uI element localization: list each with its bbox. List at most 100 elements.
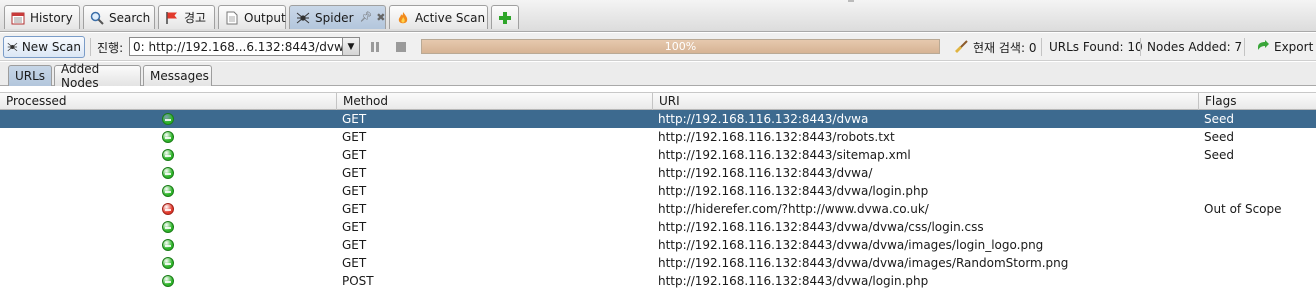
table-body: GET http://192.168.116.132:8443/dvwa Seed G… [0,110,1316,290]
processed-ok-icon [162,221,174,233]
processed-error-icon [162,203,174,215]
progress-label: 진행: [97,40,124,55]
uri-cell: http://192.168.116.132:8443/dvwa/dvwa/im… [658,256,1069,270]
tab-active-scan[interactable]: Active Scan [389,5,488,29]
table-row[interactable]: GET http://192.168.116.132:8443/robots.tx… [0,128,1316,146]
urls-found: URLs Found: 10 [1049,40,1143,54]
scan-select-value: 0: http://192.168...6.132:8443/dvwa [133,39,342,54]
method-cell: POST [342,274,374,288]
toolbar-separator [1140,38,1141,56]
toolbar-separator [90,38,91,56]
method-cell: GET [342,238,367,252]
method-cell: GET [342,166,367,180]
uri-cell: http://192.168.116.132:8443/dvwa/login.p… [658,274,929,288]
table-row[interactable]: GET http://192.168.116.132:8443/dvwa/dvwa… [0,254,1316,272]
document-icon [226,11,238,24]
processed-ok-icon [162,167,174,179]
tab-added-nodes[interactable]: Added Nodes [54,62,141,90]
new-scan-button[interactable]: New Scan [3,36,85,58]
pin-icon[interactable]: 📌︎ [360,12,373,23]
uri-cell: http://192.168.116.132:8443/dvwa/login.p… [658,184,929,198]
spider-toolbar: New Scan 진행: 0: http://192.168...6.132:8… [0,33,1316,61]
flags-cell: Seed [1204,148,1234,162]
processed-ok-icon [162,257,174,269]
tab-spider-label: Spider [315,10,354,25]
window-grip [848,0,854,2]
add-tab-button[interactable] [491,5,519,29]
progress-percent: 100% [664,40,697,53]
processed-ok-icon [162,185,174,197]
search-icon [90,11,104,25]
flags-cell: Out of Scope [1204,202,1282,216]
table-row[interactable]: GET http://192.168.116.132:8443/dvwa/dvwa… [0,236,1316,254]
pause-button[interactable] [369,36,381,58]
uri-cell: http://192.168.116.132:8443/dvwa/ [658,166,873,180]
broom-icon [955,40,968,53]
results-tabs: URLs Added Nodes Messages [0,62,1316,90]
flag-icon [166,11,177,24]
chevron-down-icon[interactable]: ▼ [342,38,359,55]
tab-spider[interactable]: Spider 📌︎ ✖ [289,5,386,29]
flame-icon [398,11,408,23]
processed-ok-icon [162,239,174,251]
table-row[interactable]: POST http://192.168.116.132:8443/dvwa/log… [0,272,1316,290]
column-header-processed[interactable]: Processed [0,93,337,110]
table-row[interactable]: GET http://192.168.116.132:8443/dvwa Seed [0,110,1316,128]
table-row[interactable]: GET http://192.168.116.132:8443/dvwa/ [0,164,1316,182]
uri-cell: http://192.168.116.132:8443/dvwa [658,112,869,126]
column-header-uri[interactable]: URI [653,93,1199,110]
close-icon[interactable]: ✖ [376,11,385,24]
tab-output-label: Output [244,10,286,25]
method-cell: GET [342,130,367,144]
tab-search[interactable]: Search [83,5,155,29]
method-cell: GET [342,202,367,216]
uri-cell: http://192.168.116.132:8443/dvwa/dvwa/cs… [658,220,984,234]
calendar-icon [11,12,25,24]
export-button[interactable]: Export [1256,36,1313,58]
column-header-method[interactable]: Method [337,93,653,110]
method-cell: GET [342,112,367,126]
uri-cell: http://192.168.116.132:8443/dvwa/dvwa/im… [658,238,1044,252]
tab-messages[interactable]: Messages [143,65,212,86]
table-row[interactable]: GET http://192.168.116.132:8443/sitemap.x… [0,146,1316,164]
nodes-added: Nodes Added: 7 [1147,40,1243,54]
processed-ok-icon [162,113,174,125]
processed-ok-icon [162,275,174,287]
method-cell: GET [342,220,367,234]
table-row[interactable]: GET http://192.168.116.132:8443/dvwa/dvwa… [0,218,1316,236]
tab-alerts[interactable]: 경고 [158,5,215,29]
uri-cell: http://hiderefer.com/?http://www.dvwa.co… [658,202,929,216]
main-tab-strip: History Search 경고 Output Spider 📌︎ ✖ Act… [0,0,1316,32]
export-label: Export [1274,40,1314,54]
scan-select[interactable]: 0: http://192.168...6.132:8443/dvwa ▼ [129,37,360,56]
uri-cell: http://192.168.116.132:8443/robots.txt [658,130,895,144]
processed-ok-icon [162,131,174,143]
tab-search-label: Search [109,10,151,25]
table-row[interactable]: GET http://hiderefer.com/?http://www.dvwa… [0,200,1316,218]
stop-icon [396,42,406,52]
current-search-text: 현재 검색: 0 [973,40,1037,55]
method-cell: GET [342,256,367,270]
tab-output[interactable]: Output [218,5,286,29]
tab-history[interactable]: History [4,5,80,29]
method-cell: GET [342,184,367,198]
tab-active-scan-label: Active Scan [415,10,486,25]
table-header: Processed Method URI Flags [0,92,1316,110]
flags-cell: Seed [1204,130,1234,144]
uri-cell: http://192.168.116.132:8443/sitemap.xml [658,148,911,162]
export-icon [1258,40,1269,50]
tab-urls[interactable]: URLs [8,65,52,86]
plus-icon [499,11,511,24]
new-scan-label: New Scan [21,40,81,54]
flags-cell: Seed [1204,112,1234,126]
column-header-flags[interactable]: Flags [1199,93,1316,110]
tab-history-label: History [30,10,73,25]
current-search-status: 현재 검색: 0 [953,36,1036,58]
tab-alerts-label: 경고 [184,11,207,25]
processed-ok-icon [162,149,174,161]
stop-button[interactable] [395,36,407,58]
scan-progress-bar: 100% [421,39,940,54]
table-row[interactable]: GET http://192.168.116.132:8443/dvwa/logi… [0,182,1316,200]
toolbar-separator [1244,38,1245,56]
method-cell: GET [342,148,367,162]
